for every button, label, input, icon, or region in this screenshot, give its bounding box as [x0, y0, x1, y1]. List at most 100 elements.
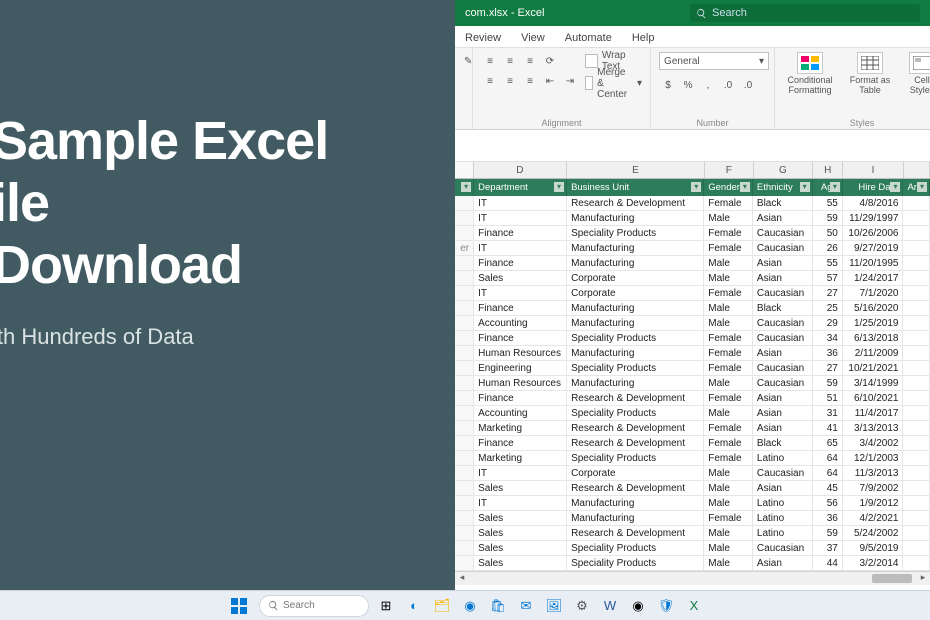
- table-row[interactable]: SalesResearch & DevelopmentMaleLatino595…: [455, 526, 930, 541]
- column-headers: D E F G H I: [455, 162, 930, 179]
- promo-title-l3: Download: [0, 235, 242, 295]
- tab-help[interactable]: Help: [622, 28, 665, 47]
- table-row[interactable]: AccountingSpeciality ProductsMaleAsian31…: [455, 406, 930, 421]
- table-row[interactable]: SalesManufacturingFemaleLatino364/2/2021: [455, 511, 930, 526]
- scroll-right-icon[interactable]: ▸: [916, 572, 930, 586]
- table-row[interactable]: AccountingManufacturingMaleCaucasian291/…: [455, 316, 930, 331]
- merge-center-button[interactable]: Merge & Center ▾: [585, 74, 642, 92]
- ribbon: ✎ ≡ ≡ ≡ ⟳ ≡ ≡ ≡ ⇤ ⇥: [455, 48, 930, 130]
- horizontal-scrollbar[interactable]: ◂ ▸: [455, 571, 930, 585]
- filename: com.xlsx - Excel: [455, 7, 544, 19]
- table-row[interactable]: FinanceSpeciality ProductsFemaleCaucasia…: [455, 226, 930, 241]
- table-row[interactable]: SalesSpeciality ProductsMaleAsian443/2/2…: [455, 556, 930, 571]
- cell-styles-button[interactable]: Cell Styles: [903, 52, 930, 96]
- ribbon-tabs: Review View Automate Help: [455, 26, 930, 48]
- widgets-icon[interactable]: ◐: [403, 595, 425, 617]
- col-header-D[interactable]: D: [474, 162, 567, 178]
- cell-styles-icon: [909, 52, 930, 74]
- tab-automate[interactable]: Automate: [555, 28, 622, 47]
- comma-icon[interactable]: ,: [699, 76, 717, 94]
- formula-bar-area[interactable]: [455, 130, 930, 162]
- excel-window: com.xlsx - Excel Search Review View Auto…: [455, 0, 930, 590]
- currency-icon[interactable]: $: [659, 76, 677, 94]
- align-middle-icon[interactable]: ≡: [501, 52, 519, 70]
- table-row[interactable]: ITCorporateFemaleCaucasian277/1/2020: [455, 286, 930, 301]
- table-row[interactable]: FinanceManufacturingMaleBlack255/16/2020: [455, 301, 930, 316]
- table-row[interactable]: ITResearch & DevelopmentFemaleBlack554/8…: [455, 196, 930, 211]
- col-header-H[interactable]: H: [813, 162, 843, 178]
- table-row[interactable]: erITManufacturingFemaleCaucasian269/27/2…: [455, 241, 930, 256]
- store-icon[interactable]: 🛍: [487, 595, 509, 617]
- th-business-unit[interactable]: Business Unit: [567, 179, 704, 196]
- spreadsheet-grid[interactable]: D E F G H I Department Business Unit Gen…: [455, 162, 930, 590]
- photos-icon[interactable]: 🖼: [543, 595, 565, 617]
- taskbar-search[interactable]: Search: [259, 595, 369, 617]
- table-row[interactable]: SalesSpeciality ProductsMaleCaucasian379…: [455, 541, 930, 556]
- format-painter-icon[interactable]: ✎: [463, 52, 473, 70]
- start-button[interactable]: [225, 595, 253, 617]
- settings-icon[interactable]: ⚙: [571, 595, 593, 617]
- table-rows: ITResearch & DevelopmentFemaleBlack554/8…: [455, 196, 930, 571]
- table-row[interactable]: FinanceSpeciality ProductsFemaleCaucasia…: [455, 331, 930, 346]
- table-row[interactable]: Human ResourcesManufacturingMaleCaucasia…: [455, 376, 930, 391]
- table-row[interactable]: MarketingResearch & DevelopmentFemaleAsi…: [455, 421, 930, 436]
- number-format-dropdown[interactable]: General▾: [659, 52, 769, 70]
- align-center-icon[interactable]: ≡: [501, 72, 519, 90]
- chrome-icon[interactable]: ◉: [627, 595, 649, 617]
- conditional-formatting-button[interactable]: Conditional Formatting: [783, 52, 837, 96]
- table-row[interactable]: ITCorporateMaleCaucasian6411/3/2013: [455, 466, 930, 481]
- table-row[interactable]: FinanceResearch & DevelopmentFemaleAsian…: [455, 391, 930, 406]
- excel-icon[interactable]: X: [683, 595, 705, 617]
- table-row[interactable]: FinanceManufacturingMaleAsian5511/20/199…: [455, 256, 930, 271]
- th-hire-date[interactable]: Hire Date: [843, 179, 904, 196]
- table-row[interactable]: Human ResourcesManufacturingFemaleAsian3…: [455, 346, 930, 361]
- indent-increase-icon[interactable]: ⇥: [561, 72, 579, 90]
- th-ann[interactable]: Ann: [903, 179, 930, 196]
- scroll-thumb[interactable]: [872, 574, 912, 583]
- col-header-G[interactable]: G: [754, 162, 814, 178]
- search-icon: [268, 600, 279, 611]
- decrease-decimal-icon[interactable]: .0: [739, 76, 757, 94]
- format-as-table-icon: [857, 52, 883, 74]
- col-header-F[interactable]: F: [705, 162, 754, 178]
- indent-decrease-icon[interactable]: ⇤: [541, 72, 559, 90]
- table-row[interactable]: FinanceResearch & DevelopmentFemaleBlack…: [455, 436, 930, 451]
- table-row[interactable]: SalesCorporateMaleAsian571/24/2017: [455, 271, 930, 286]
- table-row[interactable]: ITManufacturingMaleAsian5911/29/1997: [455, 211, 930, 226]
- table-row[interactable]: ITManufacturingMaleLatino561/9/2012: [455, 496, 930, 511]
- security-icon[interactable]: 🛡: [655, 595, 677, 617]
- table-row[interactable]: MarketingSpeciality ProductsFemaleLatino…: [455, 451, 930, 466]
- th-age[interactable]: Age: [813, 179, 843, 196]
- wrap-icon: [585, 54, 598, 68]
- group-styles: Conditional Formatting Format as Table C…: [775, 48, 930, 129]
- tab-view[interactable]: View: [511, 28, 555, 47]
- edge-icon[interactable]: ◉: [459, 595, 481, 617]
- th-gender[interactable]: Gender: [704, 179, 753, 196]
- task-view-icon[interactable]: ⊞: [375, 595, 397, 617]
- align-left-icon[interactable]: ≡: [481, 72, 499, 90]
- increase-decimal-icon[interactable]: .0: [719, 76, 737, 94]
- group-number: General▾ $ % , .0 .0 Number: [651, 48, 775, 129]
- align-right-icon[interactable]: ≡: [521, 72, 539, 90]
- col-header-I[interactable]: I: [843, 162, 904, 178]
- mail-icon[interactable]: ✉: [515, 595, 537, 617]
- th-department[interactable]: Department: [474, 179, 567, 196]
- titlebar: com.xlsx - Excel Search: [455, 0, 930, 26]
- word-icon[interactable]: W: [599, 595, 621, 617]
- explorer-icon[interactable]: 🗂: [431, 595, 453, 617]
- search-box[interactable]: Search: [690, 4, 920, 22]
- format-as-table-button[interactable]: Format as Table: [843, 52, 897, 96]
- align-top-icon[interactable]: ≡: [481, 52, 499, 70]
- scroll-left-icon[interactable]: ◂: [455, 572, 469, 586]
- table-row[interactable]: EngineeringSpeciality ProductsFemaleCauc…: [455, 361, 930, 376]
- group-clipboard: ✎: [455, 48, 473, 129]
- align-bottom-icon[interactable]: ≡: [521, 52, 539, 70]
- group-label-styles: Styles: [783, 116, 930, 128]
- th-ethnicity[interactable]: Ethnicity: [753, 179, 813, 196]
- orientation-icon[interactable]: ⟳: [541, 52, 559, 70]
- table-headers: Department Business Unit Gender Ethnicit…: [455, 179, 930, 196]
- percent-icon[interactable]: %: [679, 76, 697, 94]
- col-header-E[interactable]: E: [567, 162, 705, 178]
- tab-review[interactable]: Review: [455, 28, 511, 47]
- table-row[interactable]: SalesResearch & DevelopmentMaleAsian457/…: [455, 481, 930, 496]
